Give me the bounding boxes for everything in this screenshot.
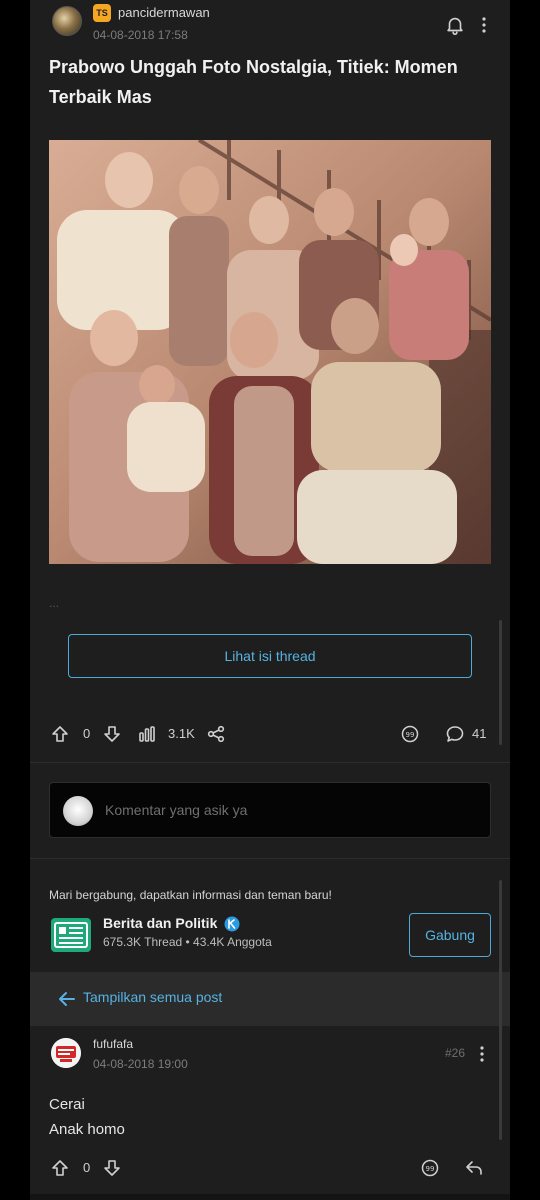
community-invite-text: Mari bergabung, dapatkan informasi dan t… [49,888,332,902]
comment-icon[interactable] [445,724,465,744]
app-screen: TS pancidermawan 04-08-2018 17:58 Prabow… [30,0,510,1200]
quote-icon[interactable]: 99 [400,724,420,744]
community-news-icon[interactable] [51,918,91,952]
comment-input[interactable]: Komentar yang asik ya [49,782,491,838]
author-username[interactable]: pancidermawan [118,5,210,20]
show-all-posts-bar[interactable]: Tampilkan semua post [30,972,510,1026]
scrollbar[interactable] [499,620,502,745]
comment-placeholder: Komentar yang asik ya [105,802,248,818]
upvote-icon[interactable] [50,724,70,744]
show-all-posts-label: Tampilkan semua post [83,989,223,1005]
bottom-strip [30,1194,510,1200]
quote-icon[interactable]: 99 [420,1158,440,1178]
reply-number[interactable]: #26 [445,1046,465,1060]
scrollbar[interactable] [499,880,502,1140]
reply-body-line: Anak homo [49,1121,125,1138]
ts-badge: TS [93,4,111,22]
community-name[interactable]: Berita dan Politik [103,915,217,931]
reply-body-line: Cerai [49,1096,85,1113]
verified-icon [224,916,240,932]
reply-more-options-icon[interactable] [474,1043,490,1065]
reply-icon[interactable] [464,1158,484,1178]
reply-date: 04-08-2018 19:00 [93,1057,188,1071]
post-ellipsis: ... [49,596,60,610]
author-avatar[interactable] [52,6,82,36]
divider [30,762,510,763]
post-date: 04-08-2018 17:58 [93,28,188,42]
divider [30,858,510,859]
family-photo-illustration [49,140,491,564]
views-icon [139,726,155,742]
post-photo[interactable] [49,140,491,564]
downvote-icon[interactable] [102,724,122,744]
comment-count: 41 [472,726,487,741]
reply-action-bar: 0 99 [50,1156,490,1180]
svg-text:99: 99 [406,731,415,739]
svg-text:99: 99 [426,1165,435,1173]
view-thread-button[interactable]: Lihat isi thread [68,634,472,678]
join-community-button[interactable]: Gabung [409,913,491,957]
back-arrow-icon [59,992,75,1006]
post-action-bar: 0 3.1K 99 41 [50,722,490,746]
reply-body: Cerai Anak homo [49,1092,125,1142]
more-options-icon[interactable] [476,14,492,36]
views-count: 3.1K [168,726,195,741]
upvote-count: 0 [83,726,91,741]
post-header: TS pancidermawan 04-08-2018 17:58 [50,4,490,44]
reply-author-avatar[interactable] [51,1038,81,1068]
current-user-avatar [63,796,93,826]
reply-author-username[interactable]: fufufafa [93,1037,133,1051]
share-icon[interactable] [206,724,226,744]
reply-upvote-count: 0 [83,1160,91,1175]
downvote-icon[interactable] [102,1158,122,1178]
bell-icon[interactable] [444,14,466,36]
upvote-icon[interactable] [50,1158,70,1178]
post-title: Prabowo Unggah Foto Nostalgia, Titiek: M… [49,57,458,107]
community-stats: 675.3K Thread • 43.4K Anggota [103,935,272,949]
